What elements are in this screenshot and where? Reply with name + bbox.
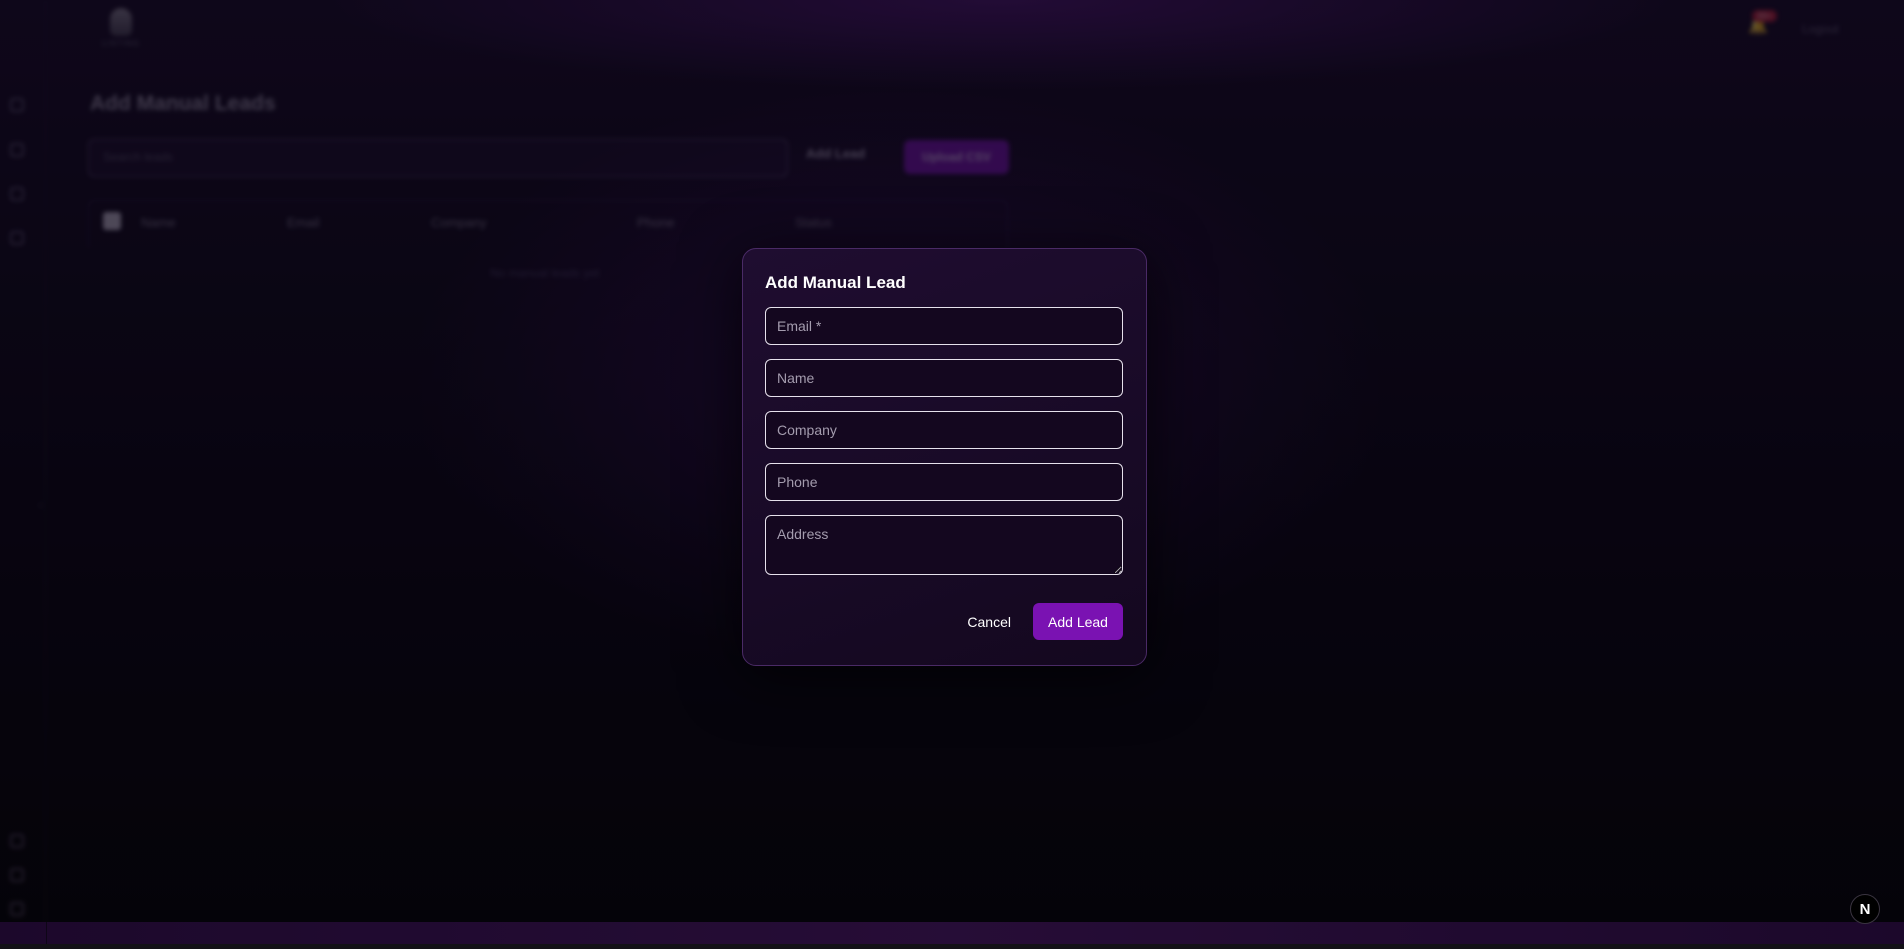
address-field[interactable] bbox=[765, 515, 1123, 575]
email-field[interactable] bbox=[765, 307, 1123, 345]
add-lead-submit-button[interactable]: Add Lead bbox=[1033, 603, 1123, 640]
app-root: ‹ LISTING 🔔 99+ Logout Add Manual Leads … bbox=[0, 0, 1904, 949]
add-manual-lead-dialog: Add Manual Lead Cancel Add Lead bbox=[742, 248, 1147, 666]
company-field[interactable] bbox=[765, 411, 1123, 449]
cancel-button[interactable]: Cancel bbox=[963, 608, 1015, 636]
dialog-actions: Cancel Add Lead bbox=[765, 603, 1123, 640]
name-field[interactable] bbox=[765, 359, 1123, 397]
phone-field[interactable] bbox=[765, 463, 1123, 501]
next-dev-indicator[interactable]: N bbox=[1850, 894, 1880, 924]
dialog-title: Add Manual Lead bbox=[765, 273, 906, 292]
